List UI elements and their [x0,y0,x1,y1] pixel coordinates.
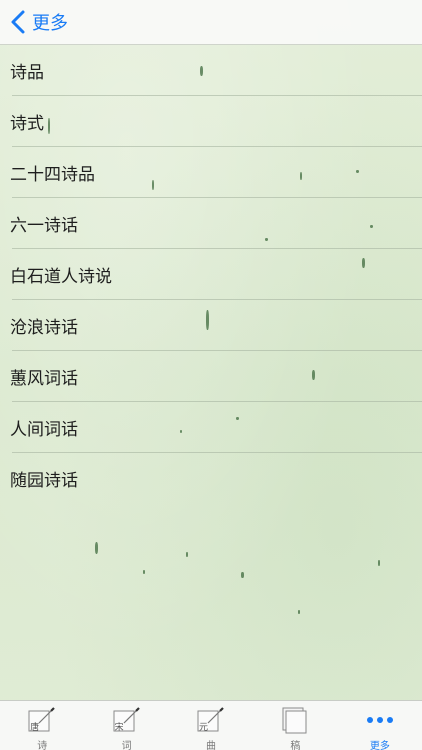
paper-speck [298,610,300,614]
paper-speck [143,570,145,574]
navigation-bar: 更多 [0,0,422,45]
list-item[interactable]: 二十四诗品 [0,147,422,198]
tang-document-icon: 唐 [27,705,57,735]
yuan-document-icon: 元 [196,705,226,735]
tab-gao[interactable]: 稿 [253,701,337,750]
paper-speck [186,552,188,557]
list-item-label: 诗品 [10,63,44,83]
tab-ci[interactable]: 宋 词 [84,701,168,750]
paper-speck [241,572,244,578]
more-dots-icon [365,705,395,735]
list-item[interactable]: 诗品 [0,45,422,96]
chevron-left-icon [11,10,25,34]
back-button[interactable]: 更多 [8,6,68,38]
tab-label: 稿 [290,741,301,750]
tab-qu[interactable]: 元 曲 [169,701,253,750]
back-button-label: 更多 [32,13,68,34]
tab-icon-character: 元 [199,723,209,733]
tab-more[interactable]: 更多 [338,701,422,750]
list-item[interactable]: 六一诗话 [0,198,422,249]
list-item-label: 诗式 [10,114,44,134]
list-item-label: 随园诗话 [10,471,78,491]
screen: 更多 诗品 诗式 二十四诗品 六一诗话 白石道人诗说 沧浪诗话 蕙风词话 人间词… [0,0,422,750]
tab-label: 诗 [37,741,48,750]
list-item[interactable]: 人间词话 [0,402,422,453]
list-item[interactable]: 诗式 [0,96,422,147]
tab-bar: 唐 诗 宋 词 元 曲 稿 更多 [0,700,422,750]
list-item[interactable]: 白石道人诗说 [0,249,422,300]
more-dots-icon-graphic [366,717,393,723]
book-list: 诗品 诗式 二十四诗品 六一诗话 白石道人诗说 沧浪诗话 蕙风词话 人间词话 随… [0,45,422,504]
paper-speck [95,542,98,554]
tab-icon-character: 宋 [114,723,124,733]
list-item-label: 二十四诗品 [10,165,95,185]
list-item-label: 白石道人诗说 [10,267,112,287]
list-item[interactable]: 蕙风词话 [0,351,422,402]
drafts-stack-icon [280,705,310,735]
list-item[interactable]: 随园诗话 [0,453,422,504]
tab-label: 更多 [369,741,390,750]
song-document-icon: 宋 [112,705,142,735]
tab-shi[interactable]: 唐 诗 [0,701,84,750]
list-item[interactable]: 沧浪诗话 [0,300,422,351]
tab-label: 曲 [206,741,217,750]
list-item-label: 六一诗话 [10,216,78,236]
paper-speck [378,560,380,566]
list-item-label: 蕙风词话 [10,369,78,389]
tab-label: 词 [121,741,132,750]
list-item-label: 沧浪诗话 [10,318,78,338]
tab-icon-character: 唐 [30,723,40,733]
drafts-stack-icon-graphic [282,707,307,734]
list-item-label: 人间词话 [10,420,78,440]
